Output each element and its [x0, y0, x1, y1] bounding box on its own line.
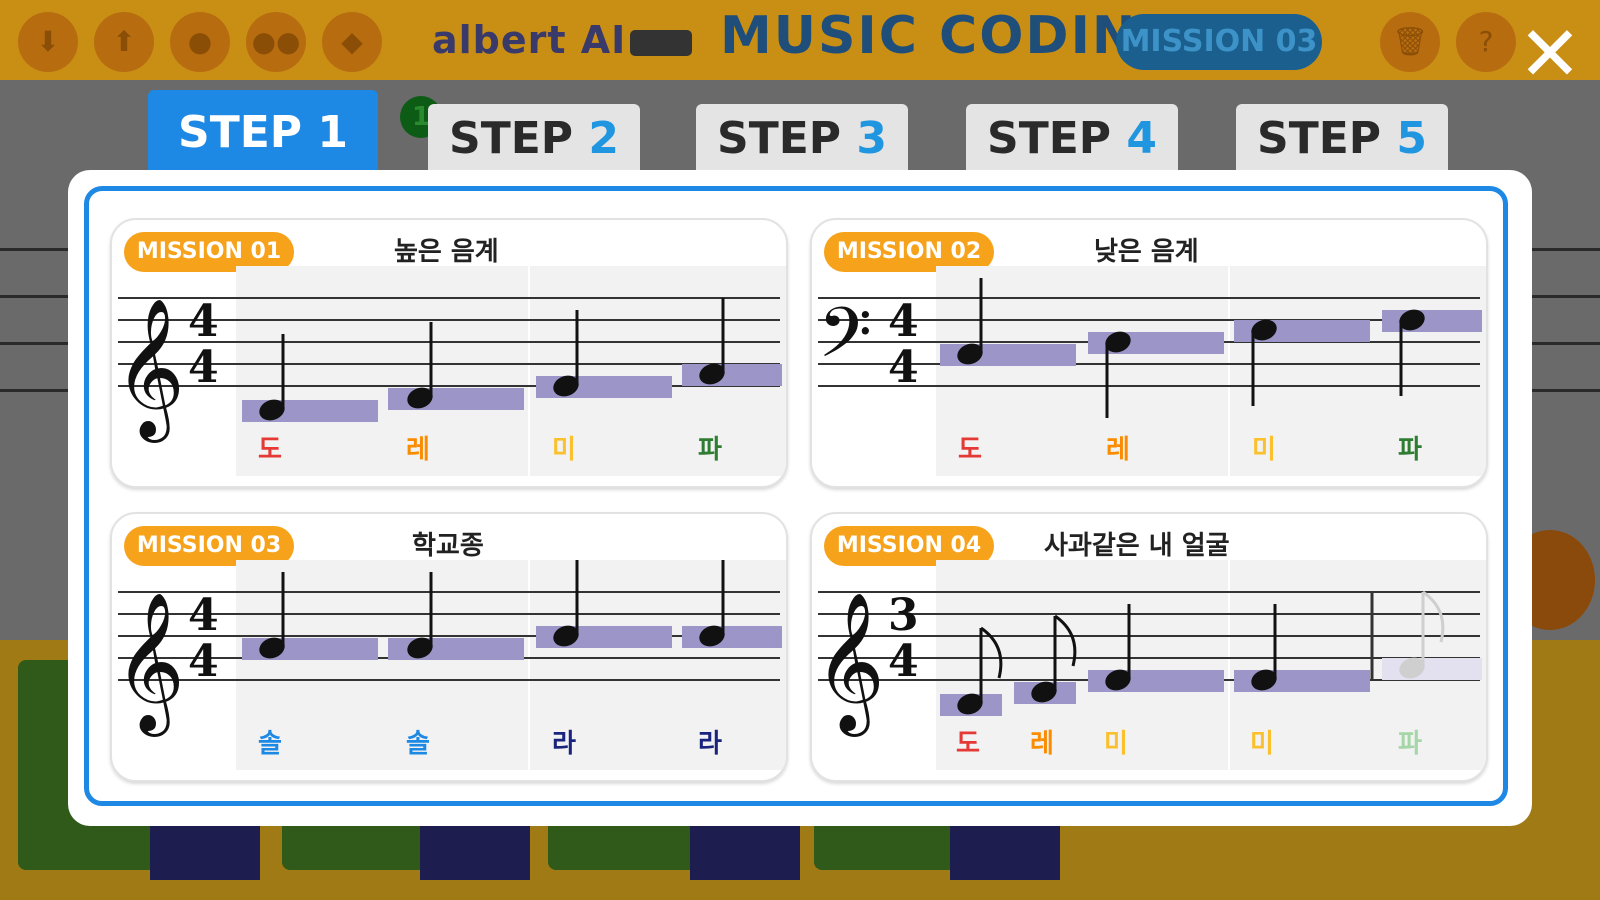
tab-label: STEP — [449, 113, 589, 164]
bass-clef-icon: 𝄢 — [818, 292, 872, 390]
tab-label: STEP — [178, 107, 318, 158]
staff-notation: 𝄞 44 솔 솔 라 라 — [114, 560, 786, 770]
treble-clef-icon: 𝄞 — [114, 298, 185, 443]
note-duration-bar — [682, 364, 782, 386]
bird-icon[interactable]: ◆ — [322, 12, 382, 72]
staff-notation: 𝄞 44 도 레 미 파 — [114, 266, 786, 476]
note-duration-bar — [1382, 658, 1482, 680]
note-label: 레 — [1106, 435, 1130, 465]
note-label: 미 — [1104, 729, 1128, 759]
tab-label: STEP — [1257, 113, 1397, 164]
tab-number: 1 — [317, 107, 348, 158]
tab-step-2[interactable]: STEP 2 — [428, 104, 640, 174]
note-label: 도 — [958, 435, 982, 465]
time-signature-bottom: 4 — [188, 636, 219, 687]
eyes-icon[interactable]: ●● — [246, 12, 306, 72]
brand-logo: albert AI — [432, 18, 627, 62]
tab-number: 2 — [588, 113, 619, 164]
note-label: 파 — [1398, 729, 1422, 759]
app-title: MUSIC CODING — [720, 6, 1183, 66]
time-signature-top: 3 — [888, 590, 919, 641]
time-signature-bottom: 4 — [188, 342, 219, 393]
current-mission-pill: MISSION 03 — [1116, 14, 1322, 70]
tab-number: 5 — [1396, 113, 1427, 164]
mission-card-01[interactable]: MISSION 01 높은 음계 𝄞 4 4 도 레 미 파 — [110, 218, 788, 488]
note-label: 도 — [258, 435, 282, 465]
mission-card-03[interactable]: MISSION 03 학교종 𝄞 4 4 솔 솔 라 라 — [110, 512, 788, 782]
time-signature-bottom: 4 — [888, 636, 919, 687]
code-block-dark — [150, 820, 260, 880]
note-label: 미 — [1250, 729, 1274, 759]
note-label: 미 — [552, 435, 576, 465]
note-label: 레 — [406, 435, 430, 465]
note-label: 미 — [1252, 435, 1276, 465]
upload-icon[interactable]: ⬆ — [94, 12, 154, 72]
note-label: 도 — [956, 729, 980, 759]
treble-clef-icon: 𝄞 — [114, 592, 185, 737]
note-label: 솔 — [258, 729, 282, 759]
code-block-dark — [420, 820, 530, 880]
note-label: 레 — [1030, 729, 1054, 759]
note-label: 솔 — [406, 729, 430, 759]
tab-number: 4 — [1126, 113, 1157, 164]
treble-clef-icon: 𝄞 — [814, 592, 885, 737]
time-signature-top: 4 — [188, 590, 219, 641]
note-duration-bar — [1382, 310, 1482, 332]
tab-step-4[interactable]: STEP 4 — [966, 104, 1178, 174]
mission-card-04[interactable]: MISSION 04 사과같은 내 얼굴 𝄞 3 4 도 레 미 미 파 — [810, 512, 1488, 782]
staff-notation: 𝄢 44 도 레 미 파 — [818, 266, 1486, 476]
mission-card-02[interactable]: MISSION 02 낮은 음계 𝄢 4 4 도 레 미 파 — [810, 218, 1488, 488]
trash-icon[interactable]: 🗑 — [1380, 12, 1440, 72]
note-label: 라 — [552, 729, 576, 759]
tab-number: 3 — [856, 113, 887, 164]
code-block-dark — [690, 820, 800, 880]
help-icon[interactable]: ? — [1456, 12, 1516, 72]
note-label: 라 — [698, 729, 722, 759]
brand-badge — [630, 30, 692, 56]
download-icon[interactable]: ⬇ — [18, 12, 78, 72]
app-toolbar: ⬇ ⬆ ● ●● ◆ albert AI MUSIC CODING MISSIO… — [0, 0, 1600, 80]
note-duration-bar — [682, 626, 782, 648]
tab-step-3[interactable]: STEP 3 — [696, 104, 908, 174]
code-block-dark — [950, 820, 1060, 880]
time-signature-bottom: 4 — [888, 342, 919, 393]
tab-label: STEP — [987, 113, 1127, 164]
time-signature-top: 4 — [888, 296, 919, 347]
tab-step-5[interactable]: STEP 5 — [1236, 104, 1448, 174]
tab-step-1[interactable]: STEP 1 — [148, 90, 378, 176]
note-label: 파 — [1398, 435, 1422, 465]
time-signature-top: 4 — [188, 296, 219, 347]
tab-label: STEP — [717, 113, 857, 164]
close-icon[interactable]: ✕ — [1510, 14, 1590, 94]
staff-notation: 𝄞 34 도 레 미 미 파 — [814, 560, 1486, 770]
robot-icon[interactable]: ● — [170, 12, 230, 72]
note-label: 파 — [698, 435, 722, 465]
